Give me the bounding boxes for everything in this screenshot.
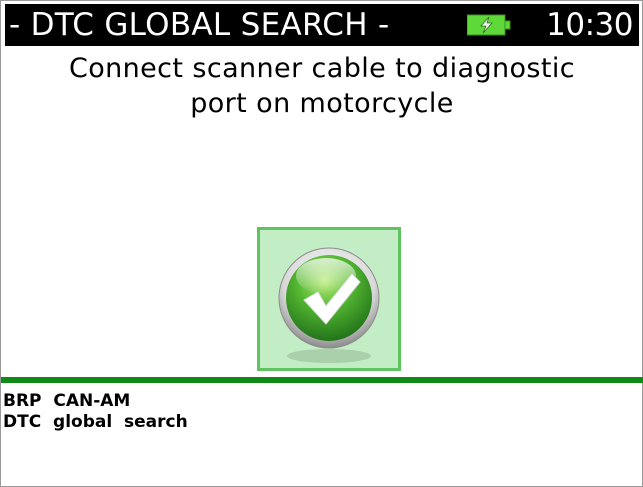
scanner-screen: - DTC GLOBAL SEARCH - 10:30 Connect scan… [0,0,643,487]
battery-charging-icon [466,14,511,36]
footer-line-2: DTC global search [3,412,188,432]
instruction-message: Connect scanner cable to diagnostic port… [5,51,639,121]
confirm-button[interactable] [257,227,401,371]
checkmark-icon [278,247,380,363]
screen-title: - DTC GLOBAL SEARCH - [9,7,390,43]
instruction-line-2: port on motorcycle [190,88,454,119]
title-bar: - DTC GLOBAL SEARCH - 10:30 [5,4,639,46]
divider [1,377,643,383]
clock: 10:30 [546,7,633,43]
footer-line-1: BRP CAN-AM [3,391,131,411]
instruction-line-1: Connect scanner cable to diagnostic [68,53,576,84]
status-footer: BRP CAN-AM DTC global search [3,391,188,433]
